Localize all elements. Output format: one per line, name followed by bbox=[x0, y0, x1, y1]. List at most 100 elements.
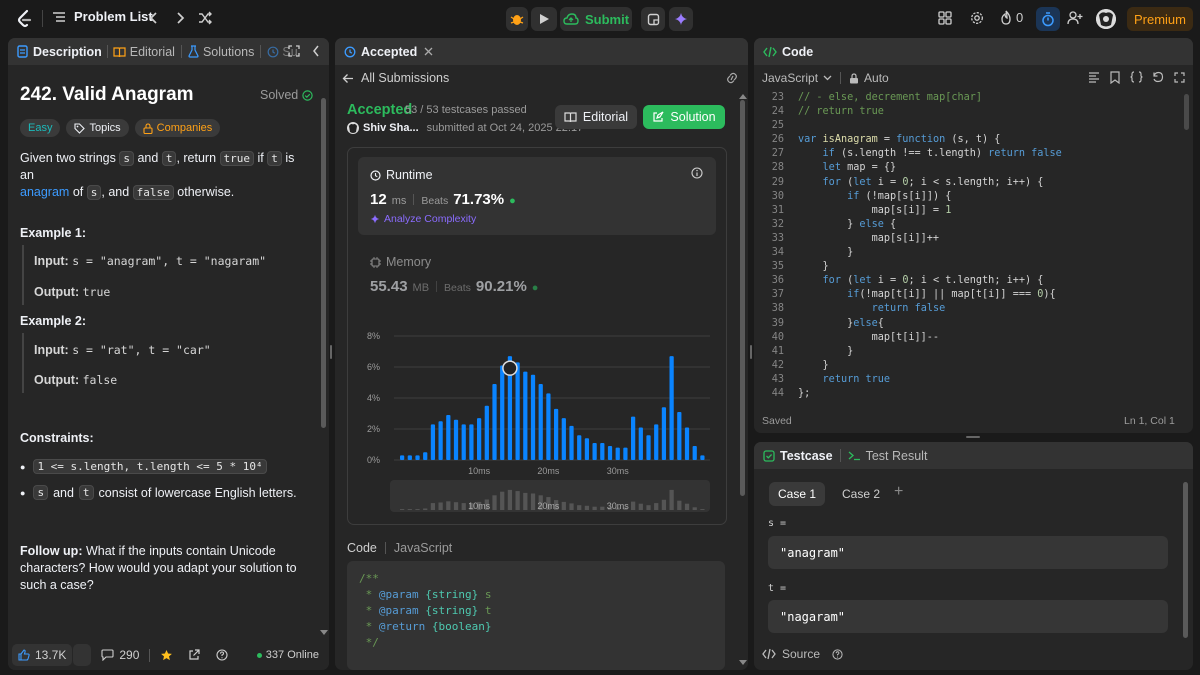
runtime-bar bbox=[654, 424, 659, 460]
code-line[interactable]: 44}; bbox=[754, 387, 1184, 401]
tab-test-result[interactable]: Test Result bbox=[848, 449, 927, 463]
code-line[interactable]: 27 if (s.length !== t.length) return fal… bbox=[754, 147, 1184, 161]
runtime-box[interactable]: Runtime 12 ms Beats 71.73% ● Analyze Com… bbox=[358, 157, 716, 235]
avatar[interactable] bbox=[1096, 9, 1116, 29]
close-tab-icon[interactable] bbox=[424, 47, 433, 56]
editorial-button[interactable]: Editorial bbox=[555, 105, 637, 129]
runtime-distribution-chart[interactable]: 8% 6% 4% 2% 0% 10ms 20ms 30ms 10ms 20ms 30ms bbox=[352, 326, 722, 556]
premium-button[interactable]: Premium bbox=[1127, 7, 1193, 31]
code-line[interactable]: 31 map[s[i]] = 1 bbox=[754, 204, 1184, 218]
bookmark-icon[interactable] bbox=[1110, 71, 1120, 84]
code-line[interactable]: 42 } bbox=[754, 359, 1184, 373]
shuffle-icon[interactable] bbox=[198, 11, 213, 25]
braces-icon[interactable] bbox=[1130, 71, 1143, 83]
like-button[interactable]: 13.7K bbox=[12, 644, 73, 666]
run-button[interactable] bbox=[531, 7, 557, 31]
code-line[interactable]: 35 } bbox=[754, 260, 1184, 274]
tab-accepted[interactable]: Accepted bbox=[344, 45, 417, 59]
code-line[interactable]: 40 map[t[i]]-- bbox=[754, 331, 1184, 345]
testcase-scrollbar[interactable] bbox=[1183, 482, 1188, 638]
submission-scrollbar[interactable] bbox=[740, 100, 745, 496]
code-line[interactable]: 23 // - else, decrement map[char] bbox=[754, 91, 1184, 105]
tab-code[interactable]: Code bbox=[763, 45, 813, 59]
code-line[interactable]: 41 } bbox=[754, 345, 1184, 359]
share-icon[interactable] bbox=[188, 649, 200, 661]
reset-icon[interactable] bbox=[1152, 71, 1164, 83]
all-submissions-link[interactable]: All Submissions bbox=[342, 71, 449, 85]
code-line[interactable]: 24 // return true bbox=[754, 105, 1184, 119]
case-1-tab[interactable]: Case 1 bbox=[769, 482, 825, 506]
notes-button[interactable] bbox=[641, 7, 665, 31]
language-select[interactable]: JavaScript bbox=[762, 71, 832, 85]
dislike-button[interactable] bbox=[73, 644, 92, 666]
code-editor[interactable]: 23 // - else, decrement map[char] 24 // ret… bbox=[754, 91, 1184, 404]
user-avatar-marker bbox=[502, 360, 518, 376]
s-param-input[interactable]: "anagram" bbox=[768, 536, 1168, 569]
analyze-complexity-button[interactable]: Analyze Complexity bbox=[370, 213, 476, 225]
case-2-tab[interactable]: Case 2 bbox=[833, 482, 889, 506]
t-param-input[interactable]: "nagaram" bbox=[768, 600, 1168, 633]
topics-tag[interactable]: Topics bbox=[66, 119, 129, 137]
code-line[interactable]: 36 for (let i = 0; i < t.length; i++) { bbox=[754, 274, 1184, 288]
comments-button[interactable]: 290 bbox=[101, 648, 139, 662]
overview-bar bbox=[500, 491, 505, 510]
code-line[interactable]: 25 bbox=[754, 119, 1184, 133]
add-case-button[interactable]: + bbox=[894, 483, 903, 501]
code-line[interactable]: 39 }else{ bbox=[754, 317, 1184, 331]
submit-button[interactable]: Submit bbox=[560, 7, 632, 31]
left-resize-handle[interactable] bbox=[330, 345, 332, 359]
stopwatch-icon bbox=[1042, 11, 1054, 26]
editor-scrollbar[interactable] bbox=[1184, 94, 1189, 130]
companies-tag[interactable]: Companies bbox=[134, 119, 221, 137]
code-line[interactable]: 37 if(!map[t[i]] || map[t[i]] === 0){ bbox=[754, 288, 1184, 302]
tab-description[interactable]: Description bbox=[17, 45, 102, 59]
info-icon[interactable] bbox=[691, 167, 703, 179]
scroll-down-arrow[interactable] bbox=[320, 630, 328, 635]
code-line[interactable]: 33 map[s[i]]++ bbox=[754, 232, 1184, 246]
overview-bar bbox=[507, 489, 513, 510]
tab-solutions[interactable]: Solutions bbox=[188, 45, 254, 59]
help-icon[interactable] bbox=[832, 648, 843, 660]
vertical-resize-handle[interactable] bbox=[966, 436, 980, 438]
help-icon[interactable] bbox=[216, 649, 228, 661]
code-line[interactable]: 28 let map = {} bbox=[754, 161, 1184, 175]
debug-button[interactable] bbox=[506, 7, 528, 31]
settings-gear-icon[interactable] bbox=[970, 11, 984, 25]
ai-assistant-button[interactable] bbox=[669, 7, 693, 31]
leetcode-logo[interactable] bbox=[14, 8, 36, 30]
format-icon[interactable] bbox=[1088, 72, 1100, 83]
right-resize-handle[interactable] bbox=[750, 345, 752, 359]
add-user-icon[interactable] bbox=[1067, 10, 1083, 25]
source-link[interactable]: Source bbox=[762, 647, 843, 661]
anagram-link[interactable]: anagram bbox=[20, 185, 69, 199]
solution-button[interactable]: Solution bbox=[643, 105, 725, 129]
star-icon[interactable] bbox=[160, 649, 173, 662]
code-line[interactable]: 43 return true bbox=[754, 373, 1184, 387]
runtime-bar bbox=[631, 416, 636, 460]
next-problem-icon[interactable] bbox=[174, 11, 186, 25]
prev-problem-icon[interactable] bbox=[148, 11, 160, 25]
collapse-panel-icon[interactable] bbox=[312, 45, 320, 57]
code-line[interactable]: 38 return false bbox=[754, 302, 1184, 316]
tab-editorial[interactable]: Editorial bbox=[113, 45, 175, 59]
code-line[interactable]: 34 } bbox=[754, 246, 1184, 260]
code-line[interactable]: 30 if (!map[s[i]]) { bbox=[754, 190, 1184, 204]
tab-testcase[interactable]: Testcase bbox=[763, 449, 833, 463]
submitter-name[interactable]: Shiv Sha... bbox=[363, 122, 419, 134]
streak-counter[interactable]: 0 bbox=[1000, 10, 1023, 25]
fullscreen-icon[interactable] bbox=[1174, 72, 1185, 83]
description-scrollbar[interactable] bbox=[321, 98, 326, 428]
scroll-down-arrow[interactable] bbox=[739, 660, 747, 665]
timer-button[interactable] bbox=[1036, 7, 1060, 31]
problem-list-button[interactable]: Problem List bbox=[52, 9, 153, 24]
scroll-up-arrow[interactable] bbox=[739, 94, 747, 99]
link-icon[interactable] bbox=[725, 72, 739, 84]
expand-icon[interactable] bbox=[288, 45, 300, 57]
code-line[interactable]: 32 } else { bbox=[754, 218, 1184, 232]
overview-bar bbox=[446, 501, 451, 510]
code-line[interactable]: 29 for (let i = 0; i < s.length; i++) { bbox=[754, 176, 1184, 190]
code-line[interactable]: 26 var isAnagram = function (s, t) { bbox=[754, 133, 1184, 147]
auto-mode[interactable]: Auto bbox=[849, 71, 889, 85]
memory-box[interactable]: Memory 55.43 MB Beats 90.21% ● bbox=[358, 246, 716, 298]
layout-icon[interactable] bbox=[938, 11, 952, 25]
